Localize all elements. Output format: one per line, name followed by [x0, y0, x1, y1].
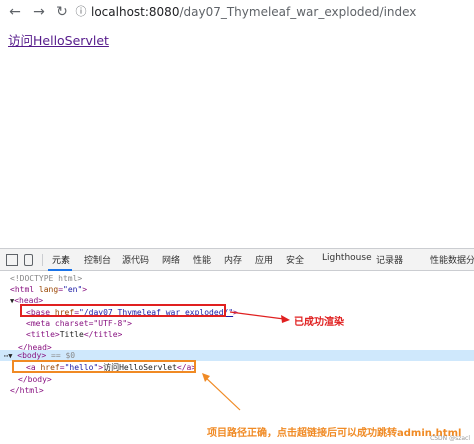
- arrow-right-icon[interactable]: →: [30, 3, 48, 21]
- url-host: localhost:8080: [91, 5, 180, 19]
- html-close-line[interactable]: </html>: [10, 385, 44, 396]
- doctype-line: <!DOCTYPE html>: [10, 274, 83, 283]
- orange-arrow-icon: [202, 373, 241, 411]
- body-close-line[interactable]: </body>: [18, 374, 52, 385]
- tab-recorder[interactable]: 记录器: [376, 253, 403, 266]
- devtools-tab-bar: 元素 控制台 源代码 网络 性能 内存 应用 安全 Lighthouse 记录器…: [0, 249, 474, 271]
- tab-memory[interactable]: 内存: [224, 253, 242, 266]
- browser-toolbar: ← → ↻ ⓘ localhost:8080/day07_Thymeleaf_w…: [0, 0, 474, 26]
- tab-security[interactable]: 安全: [286, 253, 304, 266]
- tab-elements[interactable]: 元素: [52, 253, 70, 266]
- tab-performance[interactable]: 性能: [193, 253, 211, 266]
- tab-console[interactable]: 控制台: [84, 253, 111, 266]
- hello-servlet-link[interactable]: 访问HelloServlet: [8, 30, 109, 49]
- rendered-annotation: 已成功渲染: [294, 317, 344, 328]
- active-tab-indicator: [48, 269, 72, 271]
- inspect-element-icon[interactable]: [6, 254, 18, 266]
- tab-performance-insights[interactable]: 性能数据分: [430, 253, 474, 266]
- device-toolbar-icon[interactable]: [24, 254, 33, 266]
- tab-network[interactable]: 网络: [162, 253, 180, 266]
- info-icon[interactable]: ⓘ: [72, 3, 90, 21]
- watermark: CSDN @szacl: [430, 435, 470, 442]
- tab-lighthouse[interactable]: Lighthouse: [322, 253, 372, 263]
- html-open-line[interactable]: <html lang="en">: [10, 284, 87, 295]
- red-arrow-icon: [229, 311, 290, 323]
- tab-divider: [42, 254, 43, 266]
- base-highlight-box: [20, 304, 226, 317]
- address-bar[interactable]: localhost:8080/day07_Thymeleaf_war_explo…: [91, 5, 416, 19]
- ellipsis-icon[interactable]: ⋯▼: [4, 352, 12, 360]
- tab-application[interactable]: 应用: [255, 253, 273, 266]
- anchor-highlight-box: [12, 360, 196, 373]
- reload-icon[interactable]: ↻: [53, 3, 71, 21]
- arrow-left-icon[interactable]: ←: [6, 3, 24, 21]
- path-correct-annotation: 项目路径正确，点击超链接后可以成功跳转admin.html: [207, 428, 462, 439]
- meta-line[interactable]: <meta charset="UTF-8">: [26, 318, 132, 329]
- url-path: /day07_Thymeleaf_war_exploded/index: [179, 5, 417, 19]
- tab-sources[interactable]: 源代码: [122, 253, 149, 266]
- title-line[interactable]: <title>Title</title>: [26, 329, 122, 340]
